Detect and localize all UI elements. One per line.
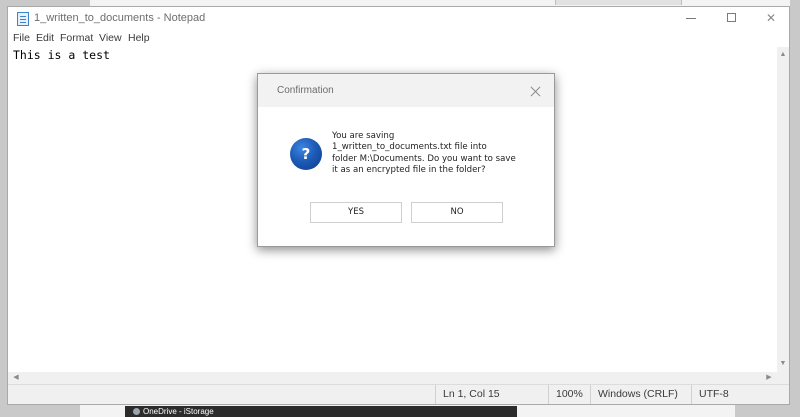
menu-view[interactable]: View [99,32,122,44]
scroll-down-icon[interactable]: ▼ [777,358,789,370]
scroll-right-icon[interactable]: ▶ [763,372,775,384]
confirmation-dialog: Confirmation ? You are saving 1_written_… [257,73,555,247]
onedrive-icon [133,408,140,415]
status-zoom: 100% [548,385,590,404]
close-window-button[interactable]: ✕ [752,7,789,29]
dialog-message: You are saving 1_written_to_documents.tx… [332,131,537,177]
taskbar-item-label: OneDrive - iStorage [143,407,214,416]
status-bar: Ln 1, Col 15 100% Windows (CRLF) UTF-8 [8,384,789,404]
menu-help[interactable]: Help [128,32,150,44]
close-icon: ✕ [765,11,777,25]
yes-button[interactable]: YES [310,202,402,223]
maximize-icon [727,13,736,22]
menu-edit[interactable]: Edit [36,32,54,44]
minimize-button[interactable] [672,7,710,29]
notepad-app-icon [17,12,29,26]
title-bar[interactable]: 1_written_to_documents - Notepad ✕ [8,7,789,31]
dialog-header: Confirmation [258,74,554,107]
maximize-button[interactable] [713,7,751,29]
taskbar-item-onedrive[interactable]: OneDrive - iStorage [125,406,517,417]
scroll-up-icon[interactable]: ▲ [777,49,789,61]
status-line-ending: Windows (CRLF) [590,385,691,404]
window-title: 1_written_to_documents - Notepad [34,12,206,24]
dialog-message-line: You are saving [332,131,395,141]
scroll-left-icon[interactable]: ◀ [10,372,22,384]
dialog-message-line: it as an encrypted file in the folder? [332,165,486,176]
background-tab [555,0,682,5]
dialog-title: Confirmation [277,85,334,96]
menu-bar: File Edit Format View Help [8,31,789,47]
dialog-message-line: folder M:\Documents. Do you want to save [332,153,516,164]
menu-file[interactable]: File [13,32,30,44]
minimize-icon [686,18,696,19]
vertical-scrollbar[interactable]: ▲ ▼ [777,47,789,372]
question-icon: ? [290,138,322,170]
dialog-message-line: 1_written_to_documents.txt file into [332,142,487,153]
dialog-close-button[interactable] [528,85,542,99]
horizontal-scrollbar[interactable]: ◀ ▶ [8,372,777,384]
status-cursor-position: Ln 1, Col 15 [435,385,548,404]
status-encoding: UTF-8 [691,385,789,404]
no-button[interactable]: NO [411,202,503,223]
scrollbar-corner [777,372,789,384]
menu-format[interactable]: Format [60,32,93,44]
